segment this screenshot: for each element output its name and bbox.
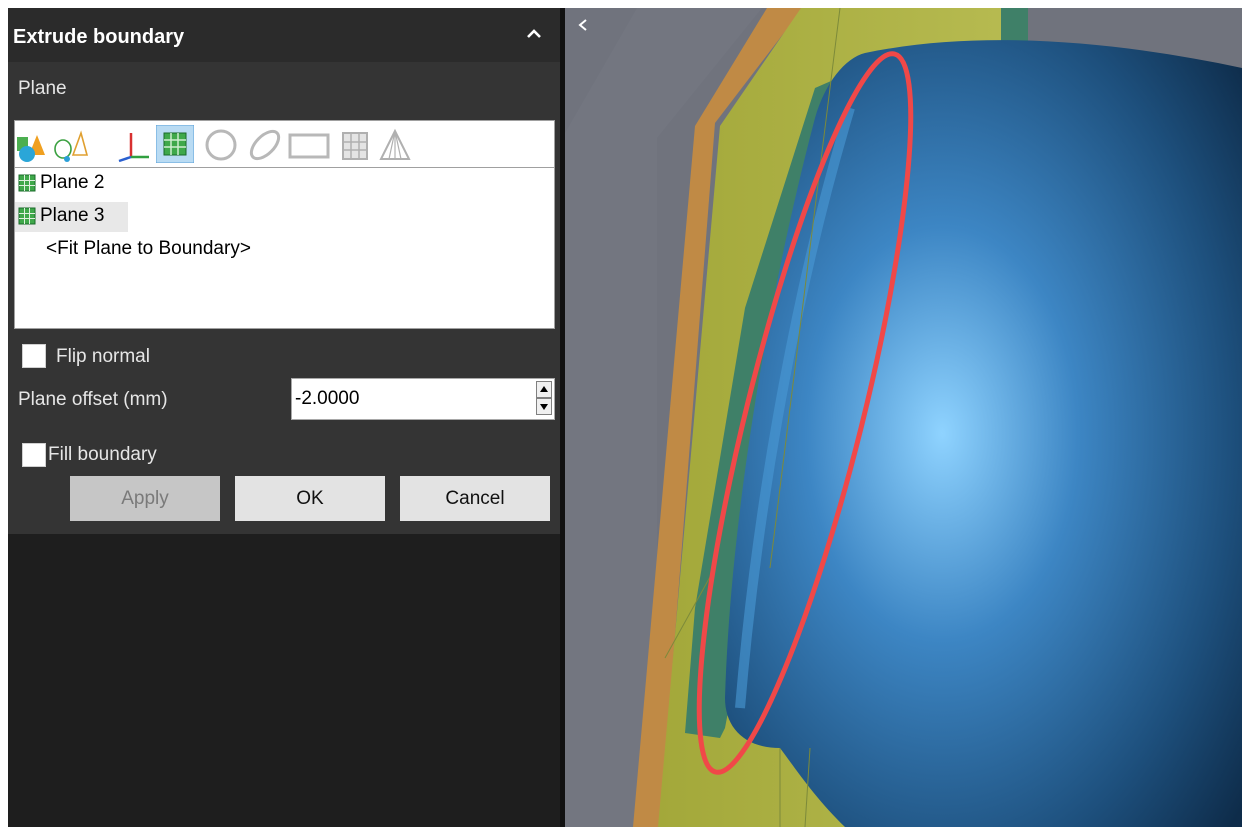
fill-boundary-label: Fill boundary: [48, 444, 157, 465]
cancel-button[interactable]: Cancel: [400, 476, 550, 521]
plane-offset-input[interactable]: -2.0000: [291, 378, 555, 420]
plane-offset-value: -2.0000: [295, 388, 360, 409]
increment-button[interactable]: [536, 381, 552, 398]
plane-offset-spinner: [536, 381, 552, 415]
plane-offset-label: Plane offset (mm): [18, 389, 168, 410]
list-item-fit-plane[interactable]: <Fit Plane to Boundary>: [15, 235, 554, 265]
flip-normal-label: Flip normal: [56, 346, 150, 367]
window-top-border: [0, 0, 1242, 8]
plane-listbox[interactable]: Plane 2 Plane 3 <Fit Plane to Boundary>: [14, 120, 555, 329]
construction-objects-icon[interactable]: [53, 127, 89, 163]
circle-icon[interactable]: [203, 127, 239, 163]
list-item-label: <Fit Plane to Boundary>: [46, 238, 251, 259]
chevron-up-icon[interactable]: [524, 24, 544, 44]
plane-section-label: Plane: [18, 78, 67, 99]
plane-icon: [18, 174, 36, 192]
panel-header[interactable]: Extrude boundary: [8, 8, 560, 62]
list-item-label: Plane 3: [40, 205, 105, 226]
panel-empty-area: [8, 534, 560, 827]
list-item-plane-3[interactable]: Plane 3: [15, 202, 554, 232]
plane-filter-toolbar: [15, 121, 554, 168]
plane-icon: [18, 207, 36, 225]
ellipse-icon[interactable]: [247, 127, 283, 163]
extrude-boundary-panel: Extrude boundary Plane Plane 2 Plane 3 <…: [8, 8, 560, 827]
panel-title: Extrude boundary: [13, 26, 185, 48]
panel-form: Plane Plane 2 Plane 3 <Fit Plane to Boun…: [8, 62, 560, 534]
3d-viewport[interactable]: [565, 8, 1242, 827]
plane-icon[interactable]: [156, 125, 194, 163]
list-item-plane-2[interactable]: Plane 2: [15, 169, 554, 199]
list-item-label: Plane 2: [40, 172, 105, 193]
rectangle-icon[interactable]: [287, 127, 331, 163]
decrement-button[interactable]: [536, 398, 552, 415]
primitives-icon[interactable]: [15, 127, 51, 163]
apply-button[interactable]: Apply: [70, 476, 220, 521]
coordinate-system-icon[interactable]: [115, 127, 151, 163]
ok-button[interactable]: OK: [235, 476, 385, 521]
cylinder-grid-icon[interactable]: [337, 127, 373, 163]
fill-boundary-checkbox[interactable]: [22, 443, 46, 467]
arrow-up-icon: [540, 386, 548, 392]
arrow-down-icon: [540, 404, 548, 410]
cone-icon[interactable]: [377, 127, 413, 163]
flip-normal-checkbox[interactable]: [22, 344, 46, 368]
